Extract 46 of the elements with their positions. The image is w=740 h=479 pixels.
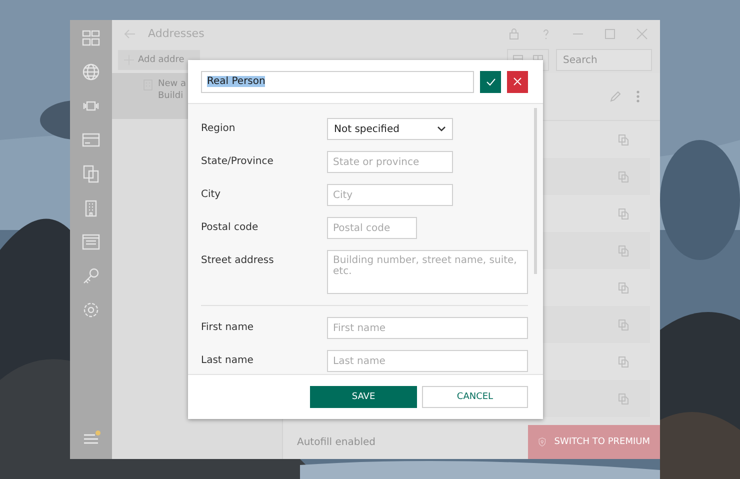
input-field[interactable]: City — [327, 184, 453, 206]
region-dropdown[interactable]: Not specified — [327, 118, 453, 140]
key-icon[interactable] — [81, 266, 101, 286]
input-field[interactable]: Postal code — [327, 217, 417, 239]
input-field[interactable]: Last name — [327, 350, 528, 372]
maximize-icon[interactable] — [604, 28, 616, 40]
close-button[interactable] — [507, 70, 528, 92]
copy-icon[interactable] — [618, 392, 630, 404]
copy-icon[interactable] — [618, 170, 630, 182]
confirm-button[interactable] — [480, 70, 501, 92]
copy-icon[interactable] — [618, 282, 630, 294]
documents-icon[interactable] — [81, 164, 101, 184]
input-field[interactable]: State or province — [327, 151, 453, 173]
autofill-status: Autofill enabled — [296, 436, 376, 448]
field-label: Region — [201, 122, 236, 134]
field-label: Street address — [201, 254, 275, 266]
copy-icon[interactable] — [618, 244, 630, 256]
close-icon[interactable] — [636, 28, 648, 40]
more-icon[interactable] — [636, 90, 640, 103]
tiles-icon[interactable] — [81, 28, 101, 48]
field-label: Last name — [201, 354, 254, 366]
copy-icon[interactable] — [618, 208, 630, 220]
cancel-button[interactable]: CANCEL — [422, 386, 528, 408]
save-button[interactable]: SAVE — [310, 386, 417, 408]
field-label: State/Province — [201, 155, 274, 167]
copy-icon[interactable] — [618, 318, 630, 330]
field-label: First name — [201, 321, 255, 333]
address-title: New a — [158, 79, 186, 89]
field-label: City — [201, 188, 222, 200]
name-field[interactable]: Real Person — [201, 70, 474, 92]
screen-icon[interactable] — [81, 232, 101, 252]
textarea-field[interactable]: Building number, street name, suite, etc. — [327, 250, 528, 294]
pencil-icon[interactable] — [609, 90, 622, 103]
copy-icon[interactable] — [618, 134, 630, 146]
copy-icon[interactable] — [618, 356, 630, 368]
field-label: Postal code — [201, 221, 260, 233]
check-icon — [486, 78, 496, 86]
back-arrow-icon[interactable] — [124, 28, 136, 40]
address-subtitle: Buildi — [158, 91, 184, 101]
chevron-down-icon — [437, 126, 446, 132]
globe-icon[interactable] — [81, 62, 101, 82]
lock-icon[interactable] — [508, 28, 520, 40]
close-icon — [513, 77, 522, 86]
settings-icon[interactable] — [81, 300, 101, 320]
search-field[interactable]: Search — [556, 49, 652, 71]
input-field[interactable]: First name — [327, 317, 528, 339]
